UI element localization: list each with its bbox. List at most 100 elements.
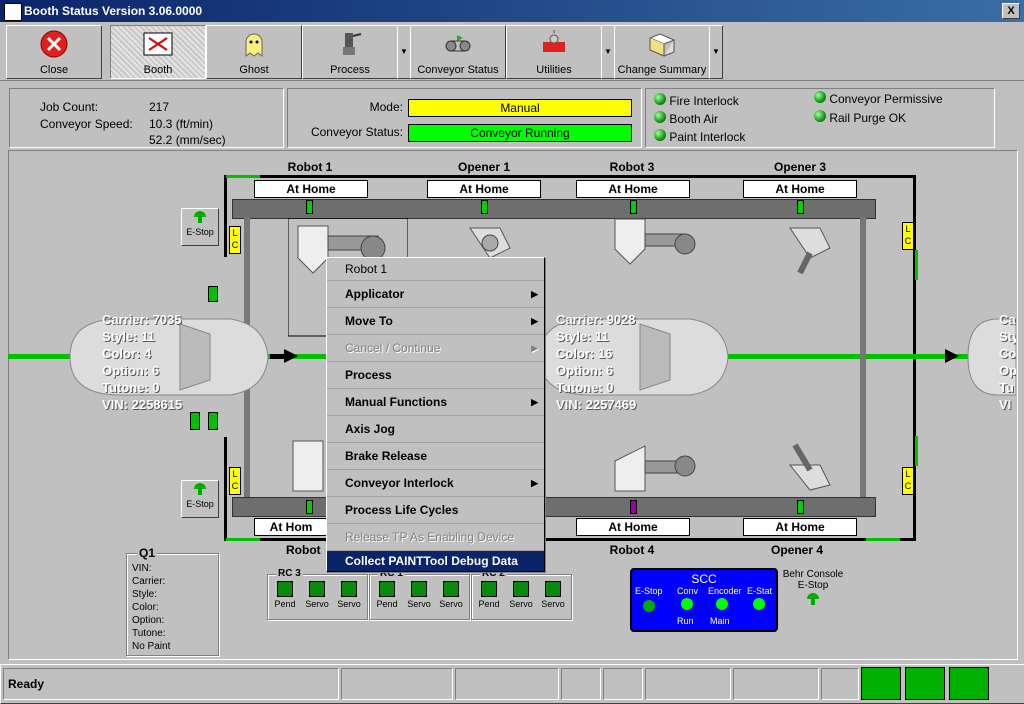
submenu-arrow-icon: ▶	[531, 397, 538, 407]
status-cell-5	[603, 668, 643, 700]
scc-run-label: Run	[677, 616, 694, 626]
booth-label: Booth	[143, 64, 173, 76]
menu-item-collect-debug-data[interactable]: Collect PAINTTool Debug Data	[327, 551, 544, 571]
booth-button[interactable]: Booth	[110, 25, 206, 79]
mode-label: Mode:	[369, 100, 403, 114]
estop-top-button[interactable]: E-Stop	[181, 208, 219, 246]
robot-4-status[interactable]: At Home	[576, 518, 690, 536]
estop-bottom-button[interactable]: E-Stop	[181, 480, 219, 518]
title-bar: Booth Status Version 3.06.0000 X	[0, 0, 1024, 22]
submenu-arrow-icon: ▶	[531, 478, 538, 488]
menu-item-process[interactable]: Process	[327, 362, 544, 389]
ghost-button[interactable]: Ghost	[206, 25, 302, 79]
rail-purge-indicator-icon	[814, 110, 826, 122]
menu-item-conveyor-interlock[interactable]: Conveyor Interlock ▶	[327, 470, 544, 497]
utilities-button[interactable]: Utilities	[506, 25, 602, 79]
servo-icon	[341, 581, 357, 597]
light-curtain-top-left: L C	[229, 226, 241, 254]
robot-4-rail-marker	[630, 500, 637, 514]
window-close-button[interactable]: X	[1002, 3, 1020, 19]
opener-3-status[interactable]: At Home	[743, 180, 857, 198]
mode-value: Manual	[408, 99, 632, 117]
rc3-panel: RC 3 Pend Servo Servo	[267, 568, 368, 620]
menu-item-axis-jog[interactable]: Axis Jog	[327, 416, 544, 443]
scc-estop-label: E-Stop	[635, 586, 663, 596]
rc1-panel: RC 1 Pend Servo Servo	[369, 568, 470, 620]
estop-top-icon	[194, 211, 206, 223]
conveyor-status-label: Conveyor Status	[417, 64, 499, 76]
pendant-icon	[277, 581, 293, 597]
menu-item-release-tp: Release TP As Enabling Device	[327, 524, 544, 551]
conveyor-status-value: Conveyor Running	[408, 124, 632, 142]
opener-4-status[interactable]: At Home	[743, 518, 857, 536]
job-count-value: 217	[149, 100, 170, 114]
rc1-servo-1[interactable]: Servo	[404, 581, 434, 609]
opener-1-status[interactable]: At Home	[427, 180, 541, 198]
booth-air-indicator-icon	[654, 111, 666, 123]
behr-console-estop[interactable]: Behr Console E-Stop	[780, 569, 846, 610]
conveyor-exit-arrow-icon	[945, 349, 959, 363]
menu-item-brake-release[interactable]: Brake Release	[327, 443, 544, 470]
conveyor-status-label-text: Conveyor Status:	[310, 125, 403, 139]
robot-2-status[interactable]: At Hom	[254, 518, 328, 536]
rc2-pendant[interactable]: Pend	[474, 581, 504, 609]
door-indicator-bottom-right	[866, 538, 900, 541]
rc3-servo-2[interactable]: Servo	[334, 581, 364, 609]
car-left-info: Carrier: 7035 Style: 11 Color: 4 Option:…	[102, 312, 183, 412]
photo-eye-icon	[208, 286, 218, 302]
robot-controller-3-icon[interactable]	[949, 667, 989, 700]
rail-purge-ok: Rail Purge OK	[814, 110, 906, 125]
process-dropdown-arrow[interactable]: ▼	[397, 25, 411, 79]
pendant-icon	[379, 581, 395, 597]
status-text: Ready	[8, 677, 45, 691]
menu-item-process-life-cycles[interactable]: Process Life Cycles	[327, 497, 544, 524]
menu-item-manual-functions[interactable]: Manual Functions ▶	[327, 389, 544, 416]
door-indicator-right-bottom	[915, 436, 918, 466]
rc1-pendant[interactable]: Pend	[372, 581, 402, 609]
light-curtain-bottom-left: L C	[229, 467, 241, 495]
change-summary-icon	[648, 33, 676, 57]
car-mid-info: Carrier: 9028 Style: 11 Color: 16 Option…	[556, 312, 637, 412]
robot-1-status[interactable]: At Home	[254, 180, 368, 198]
conveyor-speed-label: Conveyor Speed:	[40, 117, 133, 131]
conveyor-arrow-shaft	[270, 354, 286, 359]
rc2-servo-1[interactable]: Servo	[506, 581, 536, 609]
utilities-icon	[543, 30, 565, 52]
robot-3-status[interactable]: At Home	[576, 180, 690, 198]
rc3-servo-1[interactable]: Servo	[302, 581, 332, 609]
rc2-servo-2[interactable]: Servo	[538, 581, 568, 609]
robot-1-title: Robot 1	[287, 160, 333, 174]
menu-item-applicator[interactable]: Applicator ▶	[327, 281, 544, 308]
utilities-dropdown-arrow[interactable]: ▼	[601, 25, 615, 79]
opener-4-graphic	[788, 443, 831, 491]
robot-controller-1-icon[interactable]	[861, 667, 901, 700]
window-title: Booth Status Version 3.06.0000	[24, 4, 203, 18]
change-summary-label: Change Summary	[617, 64, 707, 76]
conveyor-status-button[interactable]: Conveyor Status	[410, 25, 506, 79]
process-button[interactable]: Process	[302, 25, 398, 79]
mode-panel: Mode: Manual Conveyor Status: Conveyor R…	[287, 88, 642, 148]
rc1-servo-2[interactable]: Servo	[436, 581, 466, 609]
servo-icon	[309, 581, 325, 597]
robot-2-graphic	[292, 440, 324, 492]
toolbar-divider	[0, 80, 1024, 81]
scc-estat-icon	[753, 598, 765, 610]
conveyor-permissive: Conveyor Permissive	[814, 91, 943, 106]
status-cell-7	[733, 668, 819, 700]
top-rail	[232, 199, 876, 219]
fire-interlock-indicator-icon	[654, 93, 666, 105]
pendant-icon	[481, 581, 497, 597]
change-summary-dropdown-arrow[interactable]: ▼	[709, 25, 723, 79]
queue-q1-panel: Q1 VIN: Carrier: Style: Color: Option: T…	[126, 546, 219, 656]
car-right-info: Ca Sty Co Op Tu VI	[999, 312, 1016, 412]
robot-2-title: Robot	[286, 543, 321, 557]
change-summary-button[interactable]: Change Summary	[614, 25, 710, 79]
paint-interlock: Paint Interlock	[654, 129, 745, 144]
robot-controller-2-icon[interactable]	[905, 667, 945, 700]
close-button[interactable]: Close	[6, 25, 102, 79]
interlocks-panel: Fire Interlock Booth Air Paint Interlock…	[645, 88, 995, 148]
robot-3-title: Robot 3	[609, 160, 655, 174]
menu-item-move-to[interactable]: Move To ▶	[327, 308, 544, 335]
rc3-pendant[interactable]: Pend	[270, 581, 300, 609]
ghost-label: Ghost	[239, 64, 269, 76]
